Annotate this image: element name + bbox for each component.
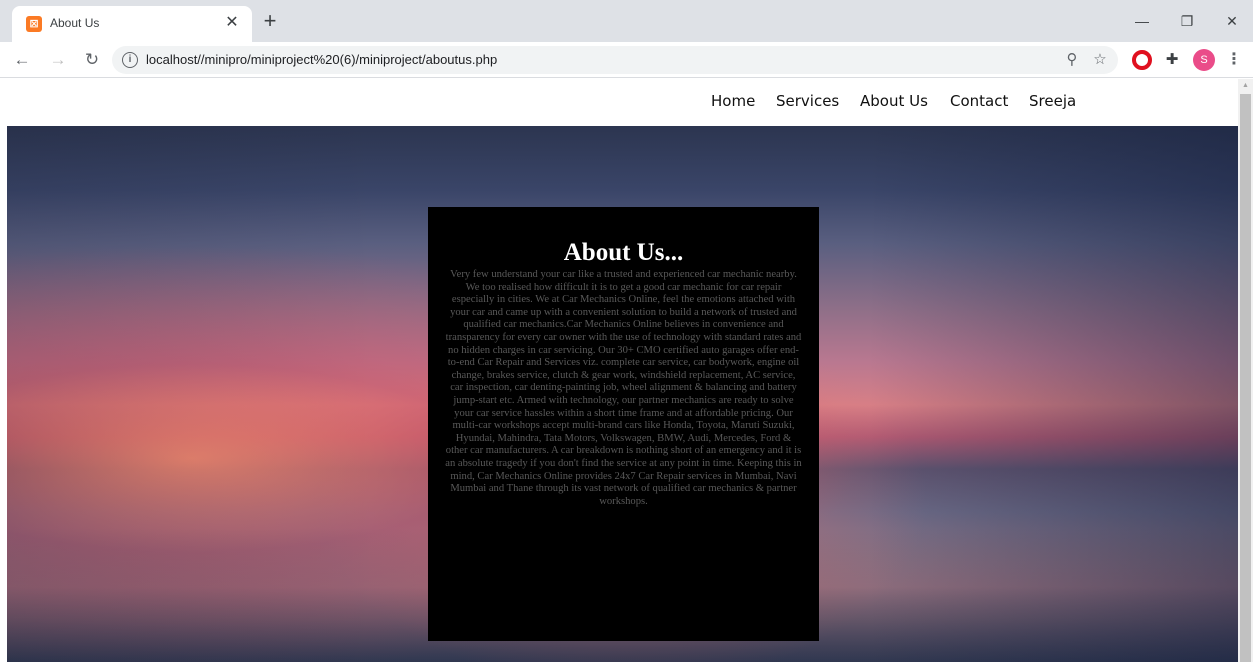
scroll-up-arrow-icon[interactable]: ▲ xyxy=(1238,79,1253,93)
xampp-favicon-icon: ⊠ xyxy=(26,16,42,32)
page-viewport: Home Services About Us Contact Sreeja Ab… xyxy=(0,79,1238,662)
url-text[interactable]: localhost//minipro/miniproject%20(6)/min… xyxy=(146,52,497,67)
page-scrollbar[interactable]: ▲ xyxy=(1238,79,1253,662)
nav-user-link[interactable]: Sreeja xyxy=(1029,92,1076,110)
nav-services-link[interactable]: Services xyxy=(776,92,839,110)
about-us-panel: About Us... Very few understand your car… xyxy=(428,207,819,641)
scrollbar-thumb[interactable] xyxy=(1240,94,1251,662)
zoom-icon[interactable]: ⚲ xyxy=(1062,50,1082,70)
about-us-description: Very few understand your car like a trus… xyxy=(445,269,802,507)
site-navbar: Home Services About Us Contact Sreeja xyxy=(0,79,1238,126)
nav-contact-link[interactable]: Contact xyxy=(950,92,1008,110)
browser-toolbar: ← → ↻ i localhost//minipro/miniproject%2… xyxy=(0,42,1253,78)
back-arrow-icon[interactable]: ← xyxy=(10,48,34,72)
nav-home-link[interactable]: Home xyxy=(711,92,755,110)
site-info-icon[interactable]: i xyxy=(122,52,138,68)
forward-arrow-icon[interactable]: → xyxy=(46,48,70,72)
minimize-window-icon[interactable]: — xyxy=(1127,10,1157,32)
nav-about-link[interactable]: About Us xyxy=(860,92,928,110)
browser-tab[interactable]: ⊠ About Us ✕ xyxy=(12,6,252,42)
restore-window-icon[interactable]: ❐ xyxy=(1172,10,1202,32)
close-tab-icon[interactable]: ✕ xyxy=(222,13,242,33)
address-bar[interactable]: i localhost//minipro/miniproject%20(6)/m… xyxy=(112,46,1118,74)
reload-icon[interactable]: ↻ xyxy=(80,48,104,72)
about-us-heading: About Us... xyxy=(563,239,684,266)
tab-title: About Us xyxy=(50,16,100,30)
browser-tab-strip: ⊠ About Us ✕ + — ❐ ✕ xyxy=(0,0,1253,42)
new-tab-button[interactable]: + xyxy=(258,10,282,34)
bookmark-star-icon[interactable]: ☆ xyxy=(1090,50,1110,70)
extensions-puzzle-icon[interactable]: ✚ xyxy=(1162,50,1182,70)
close-window-icon[interactable]: ✕ xyxy=(1217,10,1247,32)
opera-extension-icon[interactable] xyxy=(1132,50,1152,70)
browser-menu-icon[interactable]: ⋮ xyxy=(1224,49,1244,71)
profile-avatar[interactable]: S xyxy=(1193,49,1215,71)
